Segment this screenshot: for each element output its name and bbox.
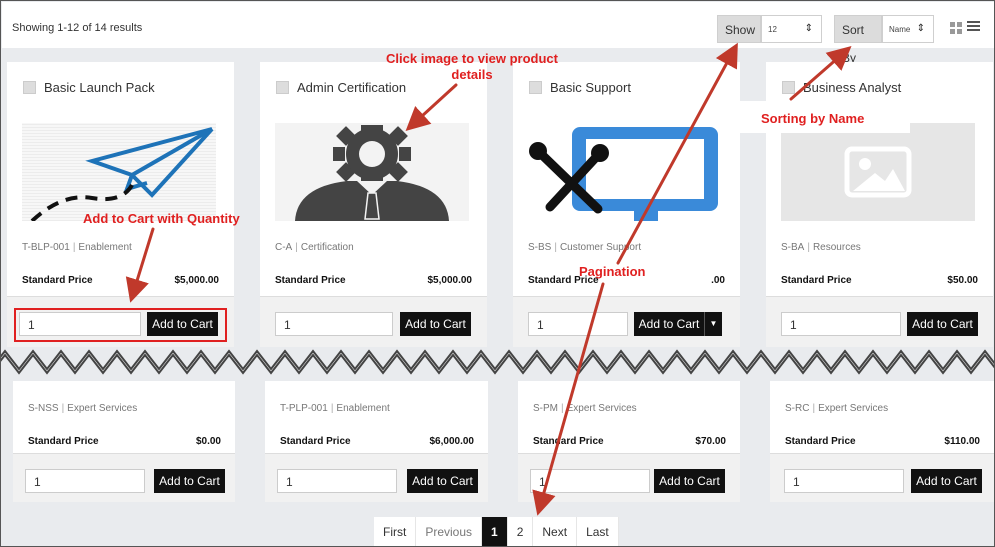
product-image[interactable] <box>275 123 469 221</box>
quantity-input[interactable]: 1 <box>781 312 901 336</box>
image-placeholder-icon <box>844 146 912 198</box>
gear-person-icon <box>295 125 449 221</box>
product-title[interactable]: Business Analyst <box>782 80 901 95</box>
product-card: S-NSS | Expert Services Standard Price $0.… <box>13 381 235 502</box>
product-meta: S-BA | Resources <box>781 242 861 253</box>
card-footer: 1 Add to Cart <box>13 453 235 502</box>
annotation-add-to-cart: Add to Cart with Quantity <box>83 211 240 226</box>
quantity-input[interactable]: 1 <box>528 312 628 336</box>
price-value: .00 <box>711 275 725 286</box>
product-meta: T-BLP-001 | Enablement <box>22 242 132 253</box>
tools-monitor-icon <box>529 127 718 221</box>
quantity-input[interactable]: 1 <box>275 312 393 336</box>
product-meta: T-PLP-001 | Enablement <box>280 403 390 414</box>
price-value: $70.00 <box>695 436 726 447</box>
annotation-sorting: Sorting by Name <box>761 111 865 126</box>
product-card: S-RC | Expert Services Standard Price $110… <box>770 381 994 502</box>
quantity-input[interactable]: 1 <box>784 469 904 493</box>
catalog-toolbar: Showing 1-12 of 14 results Show 12 ⇕ Sor… <box>2 2 994 65</box>
product-image[interactable] <box>781 123 975 221</box>
price-label: Standard Price <box>280 436 351 447</box>
cart-options-dropdown[interactable]: ▼ <box>704 312 722 336</box>
annotation-pagination: Pagination <box>579 264 646 279</box>
quantity-input[interactable]: 1 <box>530 469 650 493</box>
add-to-cart-button[interactable]: Add to Cart <box>400 312 471 336</box>
compare-checkbox[interactable] <box>23 81 36 94</box>
show-label: Show <box>717 15 761 43</box>
product-meta: S-RC | Expert Services <box>785 403 889 414</box>
price-label: Standard Price <box>785 436 856 447</box>
card-footer: 1 Add to Cart <box>260 296 487 347</box>
add-to-cart-button[interactable]: Add to Cart <box>907 312 978 336</box>
page-size-select[interactable]: 12 ⇕ <box>761 15 822 43</box>
compare-checkbox[interactable] <box>276 81 289 94</box>
price-value: $0.00 <box>195 436 221 447</box>
result-count: Showing 1-12 of 14 results <box>12 22 143 34</box>
pagination: First Previous 1 2 Next Last <box>374 517 619 546</box>
product-card: Basic Support S-BS | Customer Support Stan… <box>513 62 740 347</box>
card-footer: 1 Add to Cart <box>766 296 993 347</box>
product-card: S-PM | Expert Services Standard Price $70.… <box>518 381 740 502</box>
price-label: Standard Price <box>781 275 852 286</box>
card-footer: 1 Add to Cart <box>518 453 740 502</box>
add-to-cart-highlight <box>14 308 227 342</box>
product-image[interactable] <box>528 123 722 221</box>
product-catalog: Showing 1-12 of 14 results Show 12 ⇕ Sor… <box>0 0 995 547</box>
grid-view-icon[interactable] <box>950 22 962 34</box>
pagination-next[interactable]: Next <box>533 517 578 546</box>
select-arrows-icon: ⇕ <box>804 23 813 34</box>
torn-edge-divider <box>1 349 994 375</box>
pagination-first[interactable]: First <box>374 517 417 546</box>
pagination-page-1[interactable]: 1 <box>482 517 508 546</box>
price-value: $6,000.00 <box>429 436 475 447</box>
product-title[interactable]: Basic Launch Pack <box>23 80 155 95</box>
price-value: $110.00 <box>944 436 980 447</box>
list-view-icon[interactable] <box>967 21 980 34</box>
annotation-click-image: Click image to view product details <box>386 51 558 82</box>
price-label: Standard Price <box>275 275 346 286</box>
add-to-cart-button[interactable]: Add to Cart <box>634 312 704 336</box>
product-meta: S-NSS | Expert Services <box>28 403 138 414</box>
add-to-cart-button[interactable]: Add to Cart <box>154 469 225 493</box>
add-to-cart-button[interactable]: Add to Cart <box>407 469 478 493</box>
pagination-page-2[interactable]: 2 <box>507 517 534 546</box>
quantity-input[interactable]: 1 <box>25 469 145 493</box>
product-meta: S-BS | Customer Support <box>528 242 642 253</box>
price-label: Standard Price <box>533 436 604 447</box>
sort-select[interactable]: Name ⇕ <box>882 15 934 43</box>
page-size-value: 12 <box>768 25 777 34</box>
product-meta: C-A | Certification <box>275 242 354 253</box>
product-meta: S-PM | Expert Services <box>533 403 637 414</box>
product-card: Basic Launch Pack T-BLP-001 | Enablement S… <box>7 62 234 347</box>
card-footer: 1 Add to Cart <box>770 453 994 502</box>
price-value: $50.00 <box>947 275 978 286</box>
add-to-cart-button[interactable]: Add to Cart <box>654 469 725 493</box>
product-card: T-PLP-001 | Enablement Standard Price $6,0… <box>265 381 488 502</box>
quantity-input[interactable]: 1 <box>277 469 397 493</box>
price-value: $5,000.00 <box>174 275 220 286</box>
sort-by-label: Sort By <box>834 15 882 65</box>
sort-value: Name <box>889 25 911 34</box>
paper-plane-icon <box>30 127 214 221</box>
card-footer: 1 Add to Cart ▼ <box>513 296 740 347</box>
card-footer: 1 Add to Cart <box>265 453 488 502</box>
price-value: $5,000.00 <box>427 275 473 286</box>
price-label: Standard Price <box>22 275 93 286</box>
product-card: Admin Certification C-A|Certification <box>260 62 487 347</box>
pagination-last[interactable]: Last <box>577 517 619 546</box>
compare-checkbox[interactable] <box>782 81 795 94</box>
select-arrows-icon: ⇕ <box>916 23 925 34</box>
add-to-cart-button[interactable]: Add to Cart <box>911 469 982 493</box>
pagination-previous[interactable]: Previous <box>416 517 483 546</box>
product-image[interactable] <box>22 123 216 221</box>
price-label: Standard Price <box>28 436 99 447</box>
